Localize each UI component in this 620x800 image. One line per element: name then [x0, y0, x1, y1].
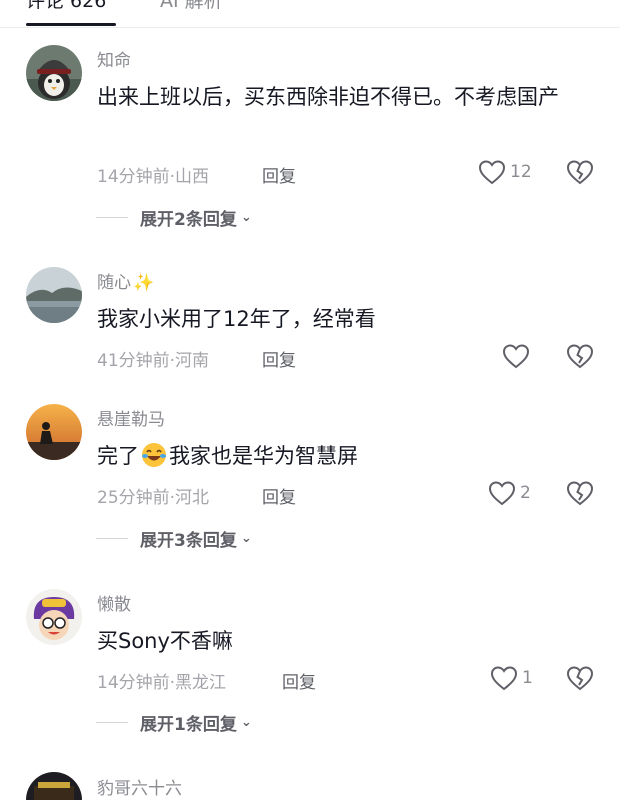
broken-heart-icon: [566, 481, 594, 506]
heart-icon: [490, 666, 518, 691]
comment-text-end: 我家也是华为智慧屏: [169, 444, 358, 468]
comment-text: 买Sony不香嘛: [97, 629, 233, 653]
like-button[interactable]: 1: [490, 665, 533, 691]
like-count: 2: [520, 483, 531, 503]
username[interactable]: 随心 ✨: [97, 268, 154, 293]
like-button[interactable]: [502, 343, 530, 369]
expand-replies-label: 展开3条回复: [140, 531, 237, 551]
active-tab-indicator: [26, 23, 116, 26]
comment-meta: 14分钟前·黑龙江: [97, 673, 227, 693]
chevron-down-icon: ⌄: [240, 210, 252, 225]
broken-heart-icon: [566, 666, 594, 691]
username[interactable]: 豹哥六十六: [97, 774, 182, 799]
expand-replies-button[interactable]: 展开3条回复 ⌄: [96, 526, 252, 551]
like-count: 1: [522, 668, 533, 688]
divider-line: [96, 217, 128, 218]
comment-text: 我家小米用了12年了，经常看: [97, 307, 376, 331]
broken-heart-icon: [566, 344, 594, 369]
reply-button[interactable]: 回复: [262, 162, 296, 187]
dislike-button[interactable]: [566, 159, 594, 189]
reply-button[interactable]: 回复: [262, 346, 296, 371]
chevron-down-icon: ⌄: [240, 531, 252, 546]
lake-landscape-avatar[interactable]: [26, 267, 82, 323]
like-button[interactable]: 2: [488, 480, 531, 506]
dislike-button[interactable]: [566, 343, 594, 373]
expand-replies-button[interactable]: 展开1条回复 ⌄: [96, 710, 252, 735]
building-night-avatar[interactable]: [26, 772, 82, 800]
username[interactable]: 知命: [97, 46, 131, 71]
tab-ai-analysis[interactable]: AI 解析: [160, 0, 223, 13]
sunset-silhouette-avatar[interactable]: [26, 404, 82, 460]
comment-meta: 14分钟前·山西: [97, 167, 210, 187]
heart-icon: [488, 481, 516, 506]
reply-button[interactable]: 回复: [282, 668, 316, 693]
like-count: 12: [510, 162, 532, 182]
heart-icon: [502, 344, 530, 369]
expand-replies-label: 展开1条回复: [140, 715, 237, 735]
username[interactable]: 懒散: [97, 590, 131, 615]
chevron-down-icon: ⌄: [240, 715, 252, 730]
divider-line: [96, 722, 128, 723]
username[interactable]: 悬崖勒马: [97, 405, 165, 430]
tab-comments[interactable]: 评论 626: [26, 0, 106, 13]
broken-heart-icon: [566, 160, 594, 185]
cartoon-girl-avatar[interactable]: [26, 589, 82, 645]
penguin-hat-avatar[interactable]: [26, 45, 82, 101]
heart-icon: [478, 160, 506, 185]
dislike-button[interactable]: [566, 480, 594, 510]
expand-replies-label: 展开2条回复: [140, 210, 237, 230]
comment-meta: 25分钟前·河北: [97, 488, 210, 508]
dislike-button[interactable]: [566, 665, 594, 695]
laughing-crying-emoji: [142, 443, 166, 467]
username-text: 随心: [97, 273, 131, 293]
expand-replies-button[interactable]: 展开2条回复 ⌄: [96, 205, 252, 230]
like-button[interactable]: 12: [478, 159, 532, 185]
reply-button[interactable]: 回复: [262, 483, 296, 508]
comment-text: 出来上班以后，买东西除非迫不得已。不考虑国产: [97, 85, 559, 109]
comment-text-start: 完了: [97, 444, 139, 468]
divider-line: [96, 538, 128, 539]
sparkle-icon: ✨: [133, 273, 155, 293]
comment-tabs: 评论 626 AI 解析: [0, 0, 620, 28]
comment-text: 完了 我家也是华为智慧屏: [97, 439, 597, 473]
comment-meta: 41分钟前·河南: [97, 351, 210, 371]
